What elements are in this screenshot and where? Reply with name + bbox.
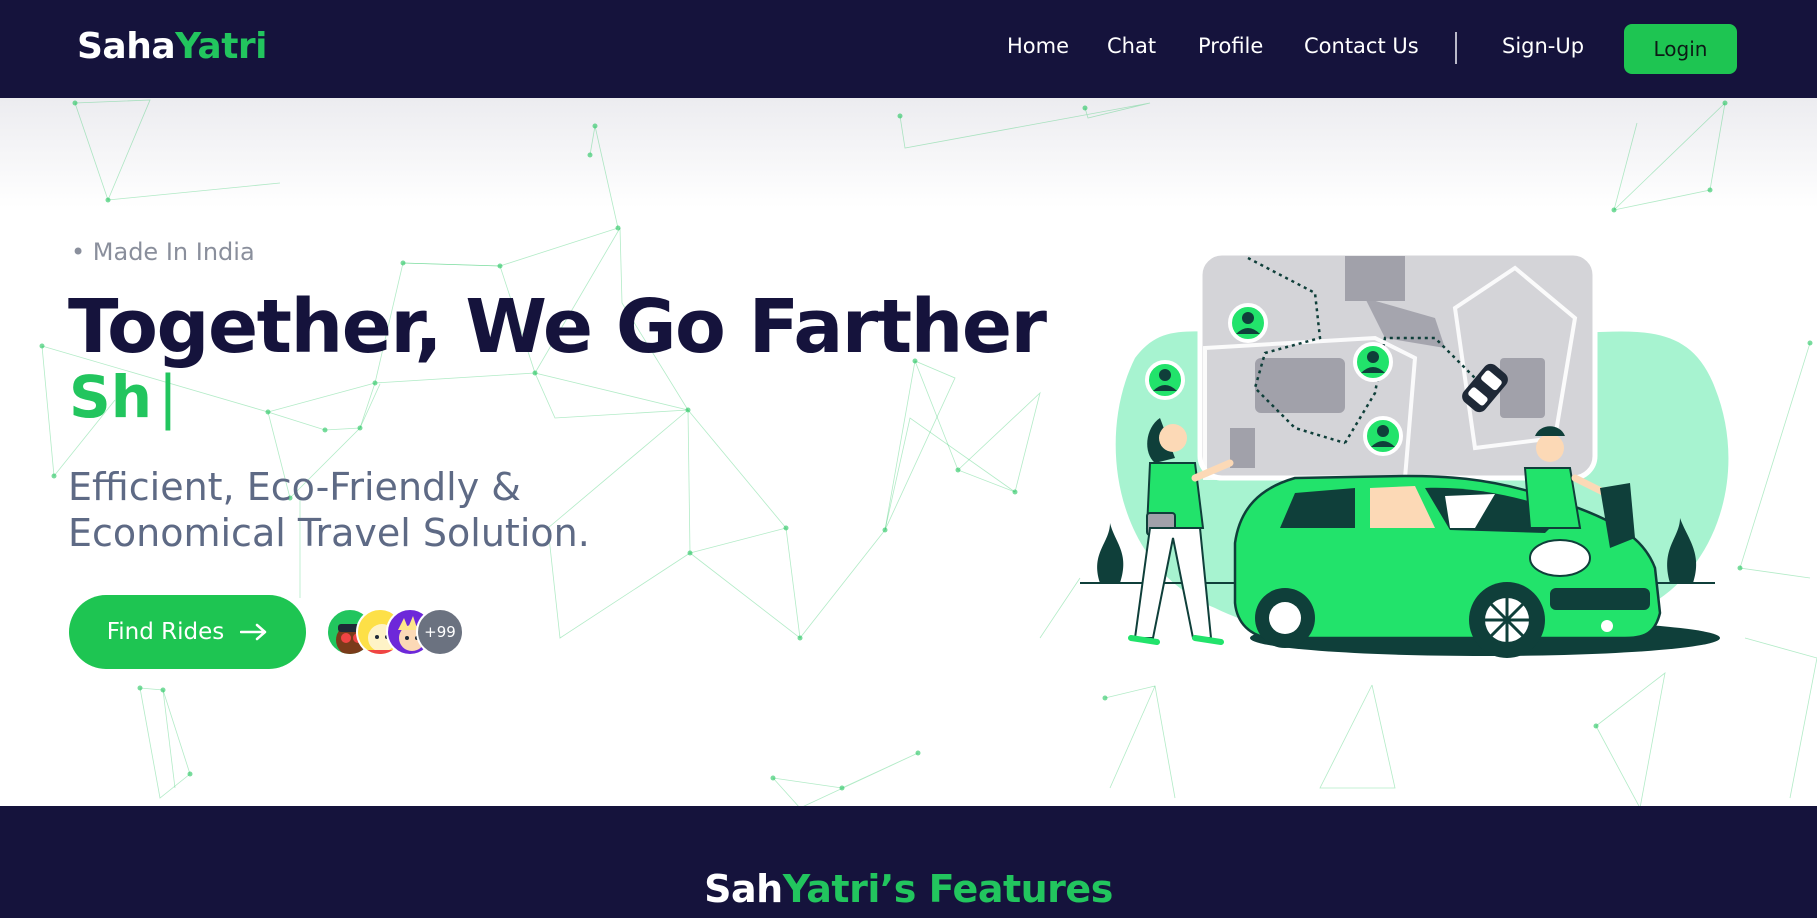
nav-link-profile[interactable]: Profile (1198, 34, 1263, 58)
nav-link-chat[interactable]: Chat (1107, 34, 1156, 58)
brand-logo-first: Saha (77, 26, 176, 67)
nav-divider (1455, 32, 1457, 64)
made-in-india-tag: • Made In India (71, 238, 255, 266)
hero-subtitle-line2: Economical Travel Solution. (68, 511, 590, 555)
features-title-first: Sah (704, 867, 783, 911)
brand-logo[interactable]: SahaYatri (77, 26, 268, 67)
hero-section: • Made In India Together, We Go Farther … (0, 98, 1817, 806)
typed-text-value: Sh (69, 363, 153, 431)
features-title: SahYatri’s Features (0, 867, 1817, 911)
typing-cursor: | (158, 363, 178, 431)
features-title-second: Yatri’s Features (782, 867, 1114, 911)
brand-logo-second: Yatri (175, 26, 268, 67)
hero-headline: Together, We Go Farther (68, 284, 1047, 370)
typed-text: Sh | (69, 363, 178, 431)
nav-link-home[interactable]: Home (1007, 34, 1069, 58)
arrow-right-icon (240, 623, 267, 641)
user-avatars: +99 (326, 608, 466, 658)
avatar-count-badge: +99 (416, 608, 464, 656)
nav-link-sign-up[interactable]: Sign-Up (1502, 34, 1584, 58)
navbar: SahaYatri Home Chat Profile Contact Us S… (0, 0, 1817, 98)
find-rides-label: Find Rides (106, 619, 225, 645)
hero-subtitle-line1: Efficient, Eco-Friendly & (68, 465, 521, 509)
features-section: SahYatri’s Features (0, 806, 1817, 918)
nav-link-contact-us[interactable]: Contact Us (1304, 34, 1419, 58)
ride-sharing-illustration (1080, 250, 1729, 658)
find-rides-button[interactable]: Find Rides (69, 595, 306, 669)
hero-subtitle: Efficient, Eco-Friendly & Economical Tra… (68, 464, 688, 556)
login-button[interactable]: Login (1624, 24, 1737, 74)
